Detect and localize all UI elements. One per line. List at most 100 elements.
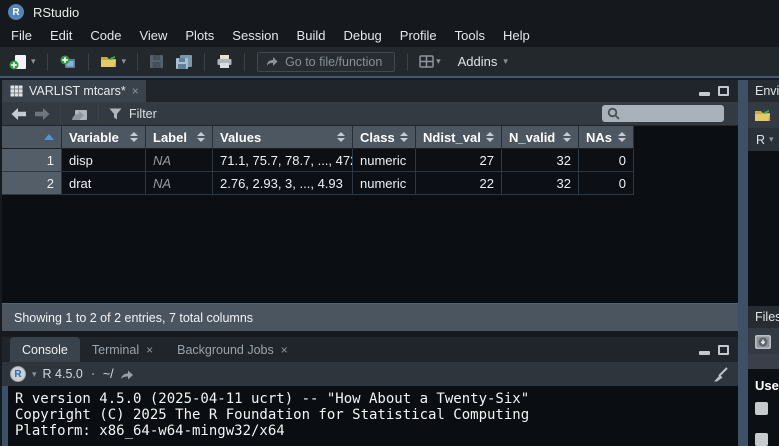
load-workspace-icon[interactable]: [754, 108, 774, 123]
tab-environment[interactable]: Envir: [755, 84, 779, 98]
menu-edit[interactable]: Edit: [41, 25, 81, 46]
minimize-pane-button[interactable]: [699, 351, 710, 355]
sort-icon: [192, 132, 205, 142]
col-label: Ndist_val: [423, 130, 481, 145]
menu-session[interactable]: Session: [223, 25, 287, 46]
environment-scope-label[interactable]: R: [756, 133, 765, 147]
open-folder-icon: [100, 54, 120, 69]
menu-tools[interactable]: Tools: [446, 25, 494, 46]
col-header-values[interactable]: Values: [213, 126, 353, 149]
status-text: Showing 1 to 2 of 2 entries, 7 total col…: [14, 311, 253, 325]
new-file-button[interactable]: ▾: [6, 52, 39, 72]
environment-pane: Envir R ▾: [748, 80, 779, 306]
cell-label: NA: [146, 149, 213, 172]
chevron-down-icon: ▾: [769, 135, 774, 144]
forward-arrow-icon[interactable]: [34, 108, 50, 120]
table-header-row: Variable Label Values Class Ndist_val N_…: [2, 126, 634, 149]
cell-label: NA: [146, 172, 213, 195]
print-icon: [216, 54, 233, 69]
go-to-directory-icon[interactable]: [120, 369, 134, 380]
open-file-button[interactable]: ▾: [97, 52, 130, 71]
col-header-ndist-val[interactable]: Ndist_val: [416, 126, 502, 149]
close-icon[interactable]: ×: [281, 344, 288, 356]
table-search-input[interactable]: [602, 105, 724, 122]
toolbar-divider: [137, 53, 138, 71]
environment-scope-bar: R ▾: [748, 128, 779, 151]
panes-grid-icon: [419, 55, 434, 68]
tab-console[interactable]: Console: [10, 337, 80, 362]
sort-ascending-icon: [44, 134, 54, 140]
clear-console-icon[interactable]: [713, 367, 729, 382]
cell-ndist-val: 27: [416, 149, 502, 172]
cell-rownum: 1: [2, 149, 62, 172]
print-button[interactable]: [213, 52, 236, 71]
filter-label[interactable]: Filter: [129, 107, 157, 121]
close-icon[interactable]: ×: [146, 344, 153, 356]
col-header-class[interactable]: Class: [353, 126, 416, 149]
goto-file-input[interactable]: Go to file/function: [257, 52, 395, 72]
back-arrow-icon[interactable]: [11, 108, 27, 120]
col-header-variable[interactable]: Variable: [62, 126, 146, 149]
tab-label: VARLIST mtcars*: [29, 84, 126, 98]
maximize-pane-button[interactable]: [718, 86, 729, 96]
menu-view[interactable]: View: [130, 25, 176, 46]
menu-plots[interactable]: Plots: [176, 25, 223, 46]
toolbar-divider: [204, 53, 205, 71]
chevron-down-icon[interactable]: ▾: [32, 370, 37, 379]
search-icon: [607, 107, 620, 120]
sort-icon: [481, 132, 494, 142]
tab-terminal[interactable]: Terminal ×: [80, 337, 165, 362]
menu-file[interactable]: File: [2, 25, 41, 46]
save-all-button[interactable]: [172, 52, 196, 72]
menu-profile[interactable]: Profile: [391, 25, 446, 46]
cell-variable: drat: [62, 172, 146, 195]
col-header-n-valid[interactable]: N_valid: [502, 126, 579, 149]
save-button[interactable]: [146, 52, 167, 71]
menu-debug[interactable]: Debug: [334, 25, 390, 46]
files-path-bar: [748, 354, 779, 369]
tab-varlist-mtcars[interactable]: VARLIST mtcars* ×: [2, 80, 146, 102]
toolbar-divider: [244, 53, 245, 71]
open-in-window-icon[interactable]: [71, 107, 88, 121]
table-row[interactable]: 2 drat NA 2.76, 2.93, 3, ..., 4.93 numer…: [2, 172, 634, 195]
console-line: Platform: x86_64-w64-mingw32/x64: [15, 423, 738, 439]
source-tabstrip: VARLIST mtcars* ×: [2, 80, 738, 102]
minimize-pane-button[interactable]: [699, 92, 710, 96]
col-header-rownum[interactable]: [2, 126, 62, 149]
files-pane: Files User: [748, 306, 779, 446]
col-label: Variable: [69, 130, 119, 145]
tab-files[interactable]: Files: [755, 310, 779, 324]
r-version-icon[interactable]: R: [10, 366, 26, 382]
console-line: R version 4.5.0 (2025-04-11 ucrt) -- "Ho…: [15, 391, 738, 407]
cell-class: numeric: [353, 172, 416, 195]
viewer-toolbar: Filter: [2, 102, 738, 126]
maximize-pane-button[interactable]: [718, 345, 729, 355]
col-header-nas[interactable]: NAs: [579, 126, 634, 149]
addins-button[interactable]: Addins ▾: [449, 52, 511, 71]
tab-background-jobs[interactable]: Background Jobs ×: [165, 337, 300, 362]
new-project-button[interactable]: [56, 52, 80, 72]
filter-icon[interactable]: [109, 108, 122, 120]
console-output[interactable]: R version 4.5.0 (2025-04-11 ucrt) -- "Ho…: [2, 386, 738, 446]
tab-label: Background Jobs: [177, 343, 274, 357]
menu-build[interactable]: Build: [288, 25, 335, 46]
col-header-label[interactable]: Label: [146, 126, 213, 149]
table-row[interactable]: 1 disp NA 71.1, 75.7, 78.7, ..., 472 num…: [2, 149, 634, 172]
save-all-icon: [175, 54, 193, 70]
cell-rownum: 2: [2, 172, 62, 195]
file-checkbox[interactable]: [755, 433, 768, 446]
pane-layout-button[interactable]: ▾: [416, 53, 444, 70]
menu-help[interactable]: Help: [494, 25, 539, 46]
col-label: NAs: [586, 130, 612, 145]
close-icon[interactable]: ×: [132, 85, 139, 97]
pane-splitter[interactable]: [738, 80, 748, 446]
menu-code[interactable]: Code: [81, 25, 130, 46]
col-label: Class: [360, 130, 395, 145]
install-package-icon[interactable]: [754, 333, 773, 350]
new-file-icon: [9, 54, 29, 70]
environment-content: [748, 151, 779, 306]
file-checkbox[interactable]: [755, 402, 768, 415]
right-panel: Envir R ▾ Files Use: [748, 80, 779, 446]
chevron-down-icon: ▾: [122, 57, 127, 66]
title-bar: R RStudio: [0, 0, 779, 24]
